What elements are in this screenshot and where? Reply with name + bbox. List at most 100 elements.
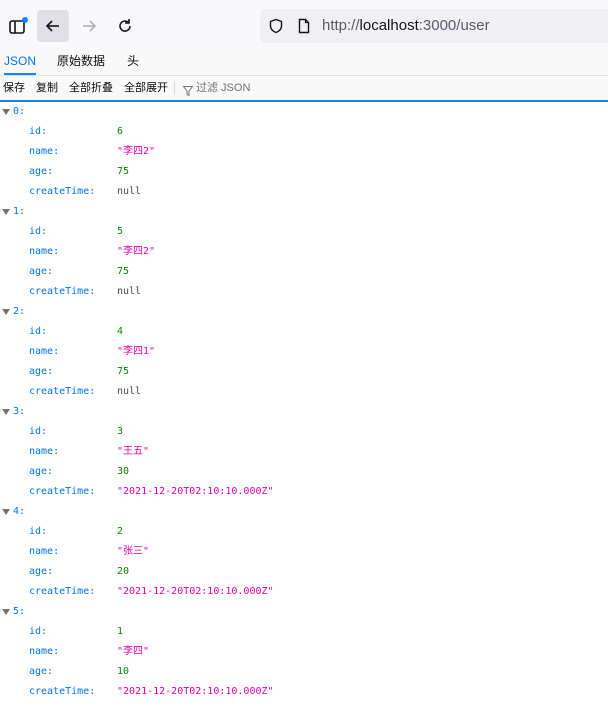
field-key: name: xyxy=(29,246,60,257)
json-object-row[interactable]: 4: xyxy=(0,502,608,522)
field-value: "张三" xyxy=(117,546,150,557)
field-value: 75 xyxy=(117,166,130,177)
field-key: name: xyxy=(29,646,60,657)
browser-toolbar: http://localhost:3000/user xyxy=(0,0,608,48)
json-field-row[interactable]: createTime: "2021-12-20T02:10:10.000Z" xyxy=(0,482,608,502)
json-field-row[interactable]: age: 75 xyxy=(0,362,608,382)
field-value: 2 xyxy=(117,526,124,537)
json-object-row[interactable]: 1: xyxy=(0,202,608,222)
json-field-row[interactable]: id: 4 xyxy=(0,322,608,342)
field-value: "李四1" xyxy=(117,346,156,357)
json-object-row[interactable]: 2: xyxy=(0,302,608,322)
back-button[interactable] xyxy=(37,10,69,42)
page-icon xyxy=(296,18,312,39)
field-key: age: xyxy=(29,266,54,277)
json-field-row[interactable]: name: "张三" xyxy=(0,542,608,562)
url-path: :3000/user xyxy=(418,17,490,34)
json-field-row[interactable]: createTime: null xyxy=(0,382,608,402)
field-key: id: xyxy=(29,426,48,437)
field-key: name: xyxy=(29,546,60,557)
array-index-label: 4: xyxy=(13,506,26,517)
json-field-row[interactable]: createTime: "2021-12-20T02:10:10.000Z" xyxy=(0,582,608,602)
field-key: createTime: xyxy=(29,186,96,197)
field-value: "李四" xyxy=(117,646,150,657)
field-value: 20 xyxy=(117,566,130,577)
url-bar[interactable]: http://localhost:3000/user xyxy=(260,9,608,43)
json-field-row[interactable]: id: 1 xyxy=(0,622,608,642)
json-field-row[interactable]: name: "李四2" xyxy=(0,142,608,162)
field-value: null xyxy=(117,186,142,197)
viewer-tabs: JSON 原始数据 头 xyxy=(0,48,608,76)
json-field-row[interactable]: name: "王五" xyxy=(0,442,608,462)
toolbar-divider xyxy=(174,81,175,95)
json-object-row[interactable]: 5: xyxy=(0,602,608,622)
json-object-row[interactable]: 3: xyxy=(0,402,608,422)
field-key: id: xyxy=(29,126,48,137)
triangle-down-icon[interactable] xyxy=(2,609,10,615)
json-field-row[interactable]: id: 5 xyxy=(0,222,608,242)
filter-icon xyxy=(182,83,194,101)
reload-button[interactable] xyxy=(109,10,141,42)
json-field-row[interactable]: age: 10 xyxy=(0,662,608,682)
field-key: createTime: xyxy=(29,386,96,397)
field-value: 5 xyxy=(117,226,124,237)
json-toolbar: 保存 复制 全部折叠 全部展开 过滤 JSON xyxy=(0,76,608,102)
triangle-down-icon[interactable] xyxy=(2,209,10,215)
json-field-row[interactable]: name: "李四" xyxy=(0,642,608,662)
url-scheme: http:// xyxy=(322,17,360,34)
json-field-row[interactable]: name: "李四2" xyxy=(0,242,608,262)
field-key: name: xyxy=(29,146,60,157)
url-host: localhost xyxy=(359,17,419,34)
field-key: age: xyxy=(29,666,54,677)
json-field-row[interactable]: id: 6 xyxy=(0,122,608,142)
url-text[interactable]: http://localhost:3000/user xyxy=(322,17,490,34)
array-index-label: 2: xyxy=(13,306,26,317)
arrow-left-icon xyxy=(44,17,62,35)
json-tree: 0: id: 6 name: "李四2" age: 75 createTime: null 1: i… xyxy=(0,102,608,702)
json-field-row[interactable]: id: 2 xyxy=(0,522,608,542)
triangle-down-icon[interactable] xyxy=(2,309,10,315)
field-value: 75 xyxy=(117,266,130,277)
field-key: name: xyxy=(29,346,60,357)
field-value: 6 xyxy=(117,126,124,137)
json-field-row[interactable]: name: "李四1" xyxy=(0,342,608,362)
tab-json[interactable]: JSON xyxy=(4,48,37,75)
triangle-down-icon[interactable] xyxy=(2,109,10,115)
json-field-row[interactable]: createTime: null xyxy=(0,182,608,202)
field-value: "2021-12-20T02:10:10.000Z" xyxy=(117,586,274,597)
field-value: 1 xyxy=(117,626,124,637)
tab-headers[interactable]: 头 xyxy=(127,48,139,75)
field-key: id: xyxy=(29,626,48,637)
field-key: age: xyxy=(29,466,54,477)
field-value: 3 xyxy=(117,426,124,437)
save-button[interactable]: 保存 xyxy=(3,76,25,100)
filter-json-input[interactable]: 过滤 JSON xyxy=(196,76,250,100)
field-value: 75 xyxy=(117,366,130,377)
json-field-row[interactable]: age: 20 xyxy=(0,562,608,582)
tab-raw-data[interactable]: 原始数据 xyxy=(57,48,105,75)
expand-all-button[interactable]: 全部展开 xyxy=(124,76,168,100)
sidebar-toggle-button[interactable] xyxy=(2,10,34,42)
json-field-row[interactable]: createTime: "2021-12-20T02:10:10.000Z" xyxy=(0,682,608,702)
field-key: createTime: xyxy=(29,486,96,497)
collapse-all-button[interactable]: 全部折叠 xyxy=(69,76,113,100)
array-index-label: 1: xyxy=(13,206,26,217)
array-index-label: 3: xyxy=(13,406,26,417)
arrow-right-icon xyxy=(80,17,98,35)
field-value: "2021-12-20T02:10:10.000Z" xyxy=(117,486,274,497)
json-field-row[interactable]: id: 3 xyxy=(0,422,608,442)
triangle-down-icon[interactable] xyxy=(2,409,10,415)
triangle-down-icon[interactable] xyxy=(2,509,10,515)
json-field-row[interactable]: age: 75 xyxy=(0,162,608,182)
shield-icon[interactable] xyxy=(268,18,284,39)
json-field-row[interactable]: age: 30 xyxy=(0,462,608,482)
copy-button[interactable]: 复制 xyxy=(36,76,58,100)
field-key: id: xyxy=(29,526,48,537)
json-field-row[interactable]: createTime: null xyxy=(0,282,608,302)
forward-button[interactable] xyxy=(73,10,105,42)
json-field-row[interactable]: age: 75 xyxy=(0,262,608,282)
field-value: 4 xyxy=(117,326,124,337)
json-object-row[interactable]: 0: xyxy=(0,102,608,122)
field-key: age: xyxy=(29,166,54,177)
reload-icon xyxy=(116,17,134,35)
